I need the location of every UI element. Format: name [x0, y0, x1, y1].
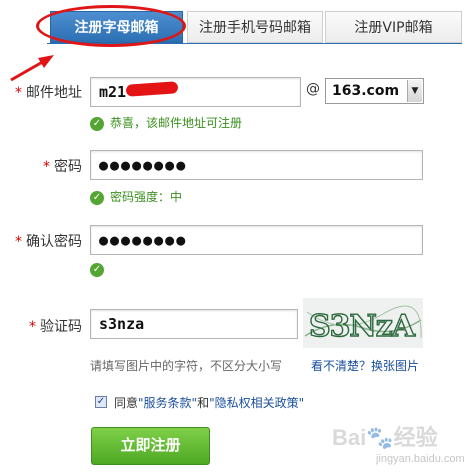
confirm-password-label-text: 确认密码 [26, 234, 82, 250]
email-success-text: 恭喜，该邮件地址可注册 [110, 116, 243, 130]
captcha-text: S3NzA [309, 309, 416, 344]
agree-checkbox[interactable]: ✓ [95, 396, 107, 408]
captcha-refresh-link[interactable]: 看不清楚？换张图片 [311, 357, 419, 374]
captcha-input-value: s3nza [99, 315, 145, 333]
captcha-image[interactable]: S3NzA [303, 298, 423, 348]
at-sign: @ [306, 81, 320, 97]
email-input-value: m21 [99, 83, 127, 101]
required-mark: * [43, 159, 50, 175]
password-strength-text: 密码强度：中 [110, 190, 183, 204]
tab-mobile-email[interactable]: 注册手机号码邮箱 [187, 11, 323, 43]
baidu-watermark-logo: Bai🐾经验 [332, 425, 438, 450]
register-button[interactable]: 立即注册 [91, 427, 210, 465]
captcha-hint: 请填写图片中的字符，不区分大小写 [90, 359, 283, 373]
domain-select[interactable]: 163.com ▼ [325, 78, 424, 104]
agreement-and: 和 [197, 396, 210, 410]
password-input-value: ●●●●●●●● [99, 156, 188, 174]
email-label-text: 邮件地址 [26, 85, 82, 101]
email-success-message: ✓ 恭喜，该邮件地址可注册 [90, 114, 242, 131]
confirm-password-label: * 确认密码 [4, 231, 82, 251]
domain-select-value: 163.com [332, 83, 400, 99]
captcha-picture: S3NzA [303, 298, 423, 348]
annotation-arrow-icon [10, 55, 54, 82]
tab-bar: 注册字母邮箱 注册手机号码邮箱 注册VIP邮箱 [47, 8, 462, 44]
password-strength: ✓ 密码强度：中 [90, 188, 182, 205]
confirm-password-input-value: ●●●●●●●● [99, 231, 188, 249]
chevron-down-icon[interactable]: ▼ [407, 80, 422, 102]
captcha-label-text: 验证码 [40, 319, 82, 335]
email-label: * 邮件地址 [4, 82, 82, 102]
required-mark: * [15, 234, 22, 250]
privacy-link[interactable]: "隐私权相关政策" [209, 396, 304, 410]
tab-vip-email[interactable]: 注册VIP邮箱 [325, 11, 462, 43]
password-input[interactable]: ●●●●●●●● [90, 150, 423, 180]
agreement-prefix: 同意 [114, 396, 139, 410]
agreement-text: 同意"服务条款"和"隐私权相关政策" [114, 394, 304, 411]
captcha-input[interactable]: s3nza [90, 309, 298, 339]
required-mark: * [29, 319, 36, 335]
check-icon: ✓ [90, 116, 104, 131]
password-label-text: 密码 [54, 159, 82, 175]
captcha-label: * 验证码 [4, 316, 82, 336]
confirm-password-input[interactable]: ●●●●●●●● [90, 225, 423, 255]
terms-link[interactable]: "服务条款" [138, 396, 197, 410]
check-icon: ✓ [90, 190, 104, 205]
confirm-password-ok: ✓ [90, 262, 110, 277]
password-label: * 密码 [4, 156, 82, 176]
email-input[interactable]: m21 [90, 77, 301, 107]
tab-divider [47, 43, 462, 44]
baidu-watermark-url: jingyan.baidu.com [376, 453, 465, 465]
required-mark: * [15, 85, 22, 101]
check-icon: ✓ [90, 262, 104, 277]
